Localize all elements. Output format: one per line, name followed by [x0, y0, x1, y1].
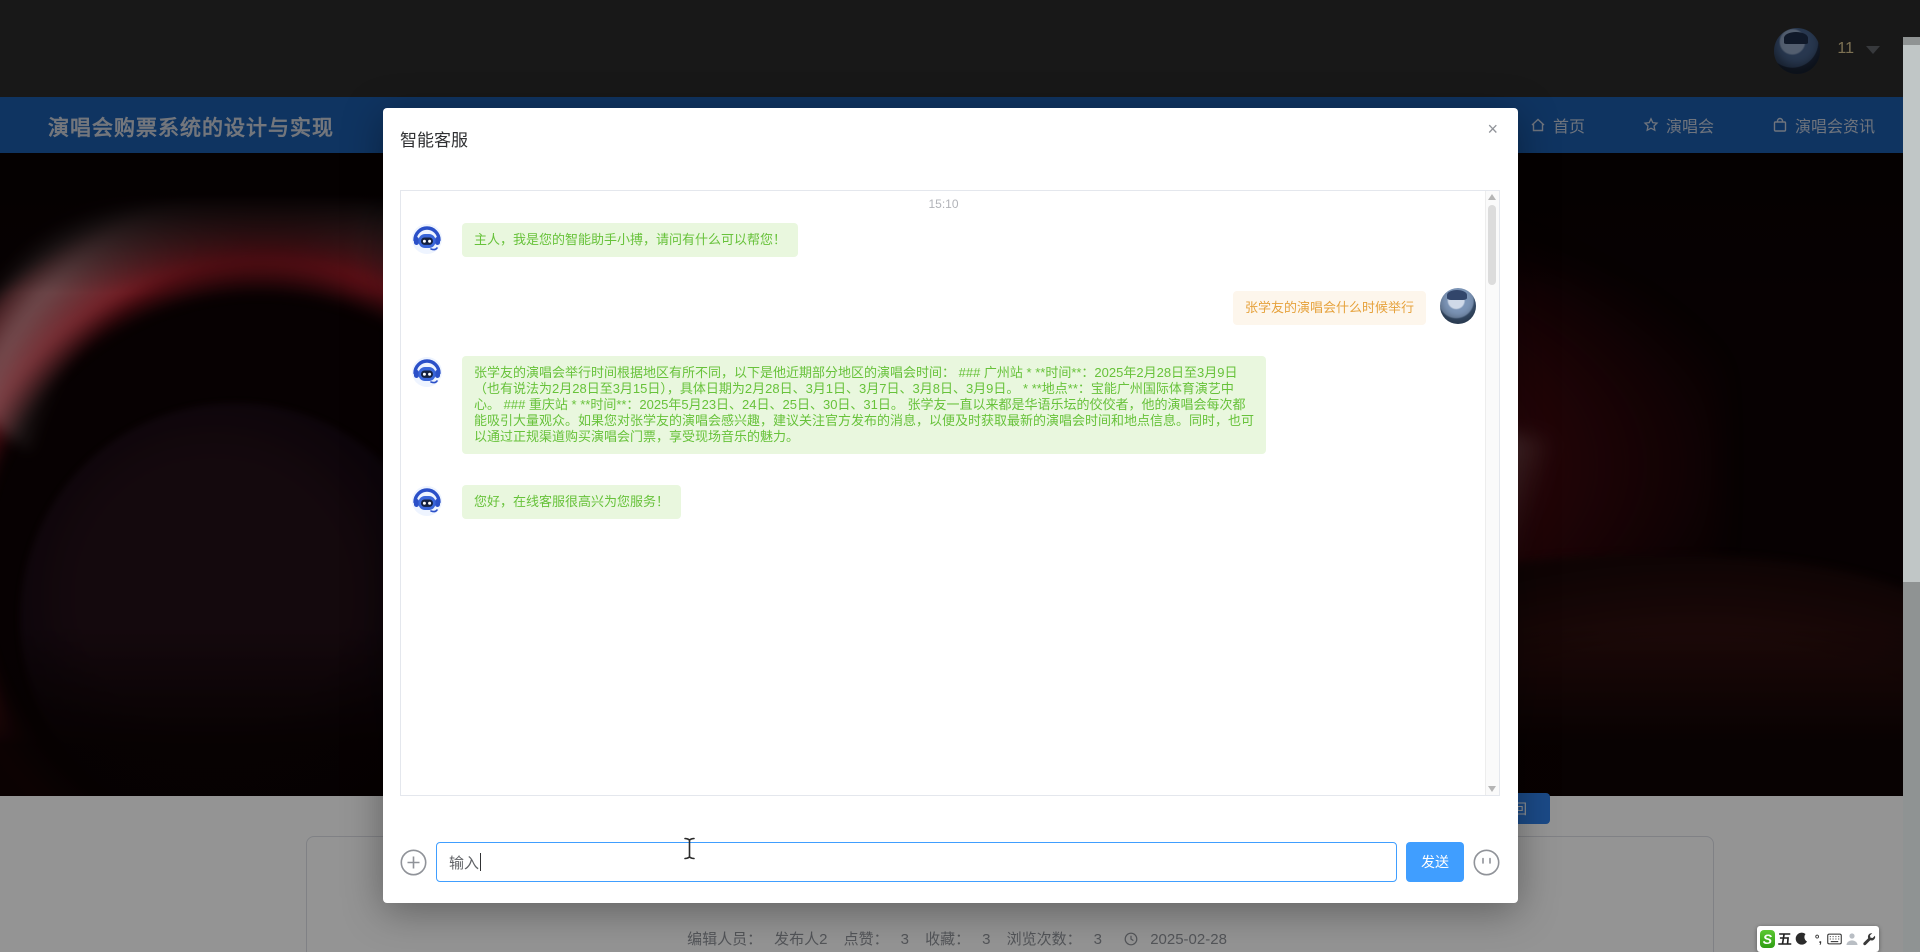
dialog-title: 智能客服 — [400, 131, 468, 150]
moon-icon[interactable] — [1795, 930, 1809, 948]
close-icon[interactable]: × — [1487, 120, 1498, 138]
text-caret — [480, 853, 481, 871]
emoji-icon[interactable] — [1473, 849, 1500, 876]
wrench-icon[interactable] — [1862, 930, 1876, 948]
scroll-down-arrow-icon[interactable] — [1488, 786, 1496, 792]
user-bubble: 张学友的演唱会什么时候举行 — [1232, 291, 1426, 325]
page-scrollbar[interactable] — [1903, 37, 1920, 952]
ime-toolbar[interactable]: S 五 °, — [1757, 926, 1879, 952]
robot-avatar-icon — [411, 485, 443, 517]
robot-avatar-icon — [411, 223, 443, 255]
chat-input-wrap — [436, 842, 1397, 882]
sogou-logo-icon[interactable]: S — [1760, 930, 1775, 948]
ime-wubi-mode[interactable]: 五 — [1778, 929, 1792, 949]
chat-history[interactable]: 15:10 主人，我是您的智能助手小搏，请问有什么可以帮您！ 张学友的演唱会什么… — [400, 190, 1500, 796]
screen: 11 演唱会购票系统的设计与实现 首页 演唱会 演唱会资讯 编辑人员： 发布人2… — [0, 0, 1920, 952]
chat-message-user: 张学友的演唱会什么时候举行 — [411, 288, 1476, 325]
chat-message-bot: 张学友的演唱会举行时间根据地区有所不同，以下是他近期部分地区的演唱会时间： ##… — [411, 356, 1476, 454]
robot-avatar-icon — [411, 356, 443, 388]
user-chat-avatar — [1440, 288, 1476, 324]
bot-bubble: 主人，我是您的智能助手小搏，请问有什么可以帮您！ — [462, 223, 799, 257]
smart-service-dialog: 智能客服 × 15:10 主人，我是您的智能助手小搏，请问有什么可以帮您！ 张学… — [383, 108, 1518, 903]
chat-message-bot: 主人，我是您的智能助手小搏，请问有什么可以帮您！ — [411, 223, 1476, 257]
chat-timestamp: 15:10 — [928, 197, 959, 211]
page-scrollbar-thumb[interactable] — [1903, 45, 1920, 582]
punctuation-mode-icon[interactable]: °, — [1812, 930, 1824, 948]
chat-scrollbar[interactable] — [1485, 191, 1499, 795]
bot-bubble: 张学友的演唱会举行时间根据地区有所不同，以下是他近期部分地区的演唱会时间： ##… — [462, 356, 1266, 454]
plus-circle-icon[interactable] — [400, 849, 427, 876]
send-button[interactable]: 发送 — [1406, 842, 1464, 882]
person-icon[interactable] — [1845, 930, 1859, 948]
chat-input[interactable] — [436, 842, 1397, 882]
bot-bubble: 您好，在线客服很高兴为您服务！ — [462, 485, 682, 519]
scroll-up-arrow-icon[interactable] — [1488, 194, 1496, 200]
keyboard-icon[interactable] — [1827, 930, 1842, 948]
chat-input-row: 发送 — [400, 838, 1500, 886]
chat-message-bot: 您好，在线客服很高兴为您服务！ — [411, 485, 1476, 519]
chat-scrollbar-thumb[interactable] — [1488, 205, 1496, 285]
mouse-cursor-ibeam — [682, 837, 697, 860]
